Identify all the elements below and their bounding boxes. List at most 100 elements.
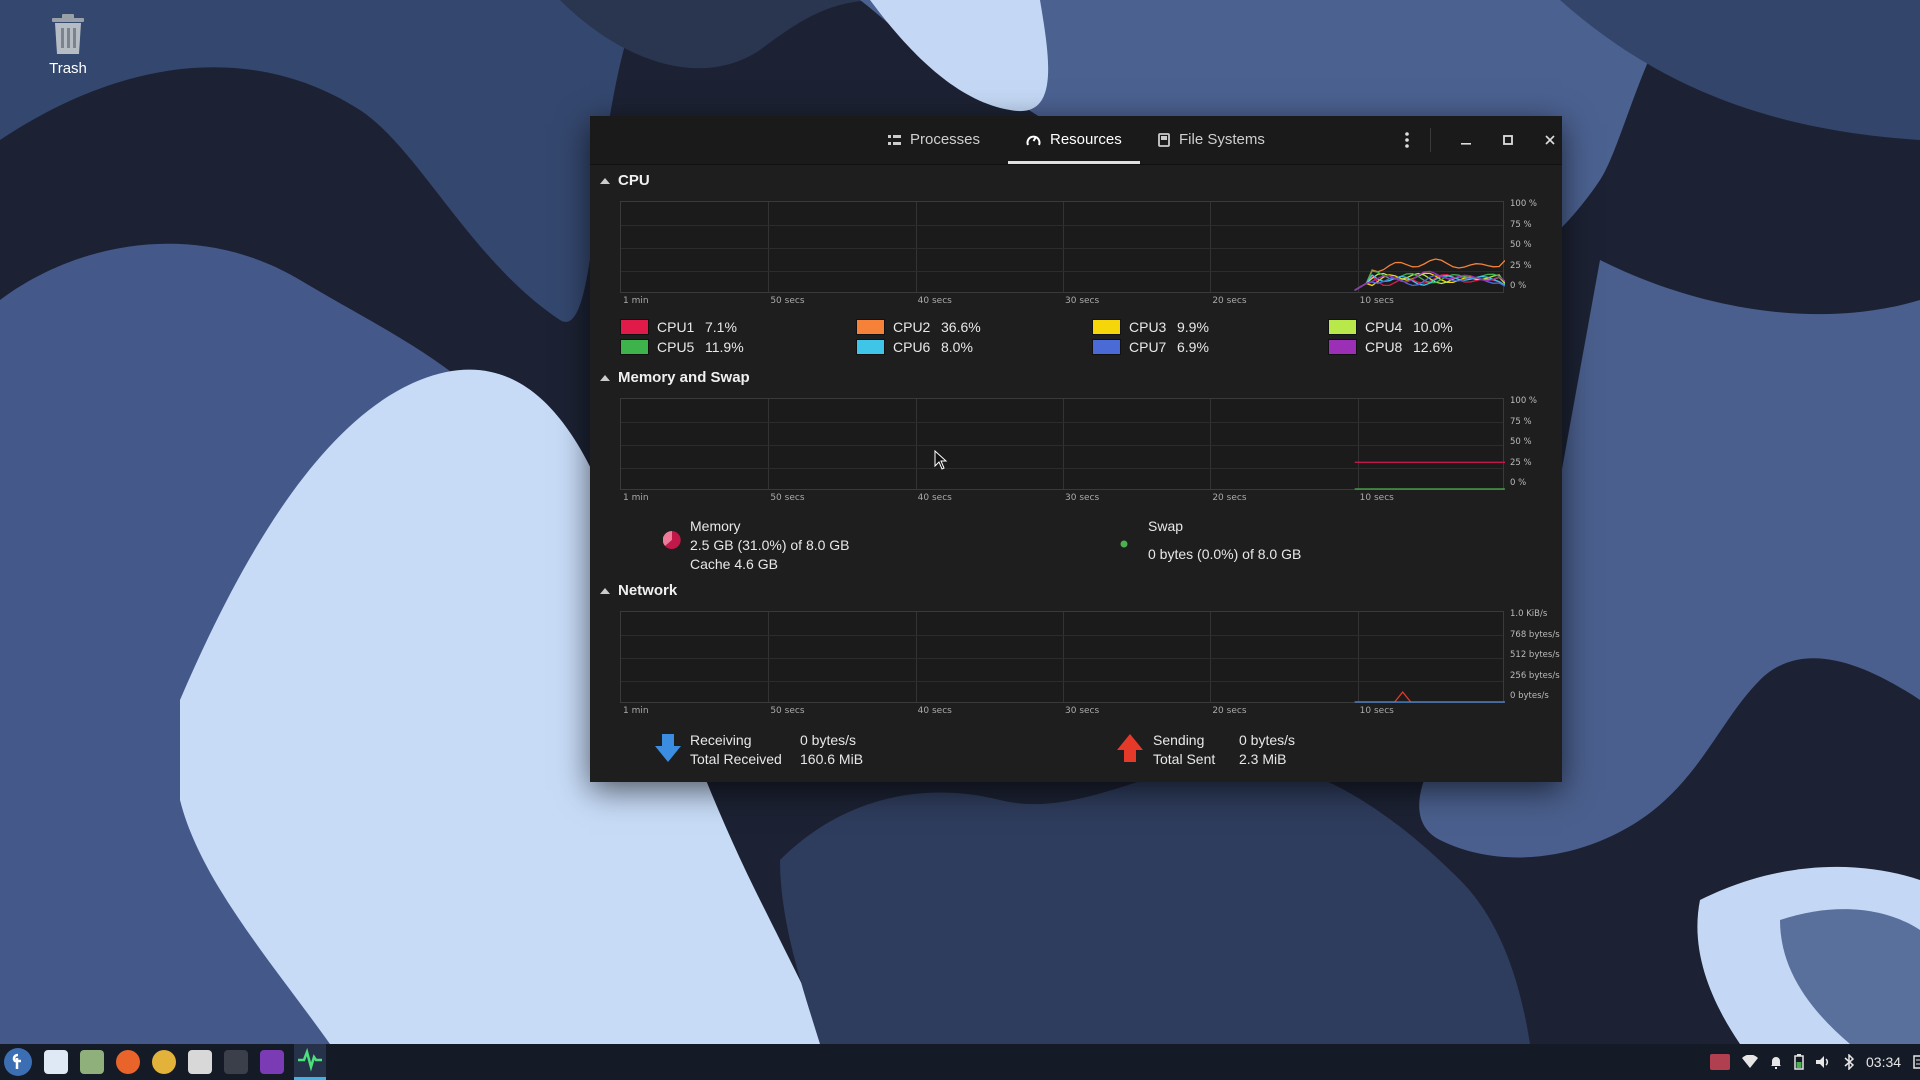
tab-processes[interactable]: Processes: [888, 116, 980, 164]
taskbar-firefox-icon[interactable]: [116, 1050, 140, 1074]
bluetooth-icon[interactable]: [1844, 1054, 1854, 1070]
cpu-name: CPU5: [657, 339, 695, 355]
memory-plot: [1354, 461, 1505, 490]
cpu-value: 11.9%: [705, 339, 744, 355]
sending-label: Sending: [1153, 732, 1205, 748]
x-tick-label: 30 secs: [1065, 493, 1100, 503]
receiving-info: Receiving 0 bytes/s Total Received 160.6 M…: [690, 731, 863, 769]
x-tick-label: 10 secs: [1359, 493, 1394, 503]
taskbar: 03:34: [0, 1044, 1920, 1080]
tab-file-systems-label: File Systems: [1179, 131, 1265, 148]
menu-button[interactable]: [1395, 128, 1419, 152]
fedora-logo-icon: [12, 1053, 21, 1069]
tab-resources-label: Resources: [1050, 131, 1122, 148]
show-desktop-icon[interactable]: [1913, 1055, 1920, 1069]
x-tick-label: 1 min: [623, 296, 649, 306]
cpu-name: CPU4: [1365, 319, 1403, 335]
taskbar-files-icon[interactable]: [80, 1050, 104, 1074]
sending-arrow-icon: [1117, 734, 1143, 762]
network-section-title: Network: [618, 582, 678, 599]
total-sent-label: Total Sent: [1153, 751, 1216, 767]
y-tick-label: 0 %: [1510, 281, 1527, 291]
trash-icon: [52, 14, 84, 54]
y-tick-label: 768 bytes/s: [1510, 629, 1560, 640]
x-tick-label: 30 secs: [1065, 706, 1100, 716]
taskbar-system-monitor-icon[interactable]: [294, 1044, 326, 1080]
wifi-icon[interactable]: [1742, 1055, 1758, 1069]
collapse-triangle-icon: [600, 374, 610, 381]
swap-info: Swap 0 bytes (0.0%) of 8.0 GB: [1148, 517, 1301, 564]
cpu-color-swatch[interactable]: [1092, 339, 1121, 355]
x-tick-label: 10 secs: [1359, 706, 1394, 716]
memory-section-header[interactable]: Memory and Swap: [600, 369, 750, 386]
cache-value: Cache 4.6 GB: [690, 556, 778, 572]
y-tick-label: 512 bytes/s: [1510, 650, 1560, 660]
tray-app-icon[interactable]: [1710, 1054, 1730, 1070]
maximize-button[interactable]: [1496, 128, 1520, 152]
volume-icon[interactable]: [1816, 1055, 1832, 1069]
cpu-plot: [1354, 258, 1505, 291]
y-tick-label: 25 %: [1510, 457, 1532, 468]
cpu-color-swatch[interactable]: [620, 339, 649, 355]
x-tick-label: 40 secs: [917, 296, 952, 306]
cpu-color-swatch[interactable]: [1092, 319, 1121, 335]
memory-info: Memory 2.5 GB (31.0%) of 8.0 GB Cache 4.…: [690, 517, 850, 574]
network-plot: [1354, 690, 1505, 703]
sending-value: 0 bytes/s: [1239, 732, 1296, 748]
tab-file-systems[interactable]: File Systems: [1158, 116, 1265, 164]
y-tick-label: 100 %: [1510, 199, 1538, 209]
cpu-name: CPU6: [893, 339, 931, 355]
network-graph: [620, 611, 1505, 703]
cpu-value: 9.9%: [1177, 319, 1209, 335]
y-tick-label: 50 %: [1510, 437, 1532, 447]
cpu-color-swatch[interactable]: [856, 339, 885, 355]
x-tick-label: 30 secs: [1065, 296, 1100, 306]
maximize-icon: [1503, 135, 1513, 145]
cpu-legend-item: CPU5 11.9%: [620, 339, 765, 355]
taskbar-clock[interactable]: 03:34: [1866, 1054, 1901, 1070]
y-tick-label: 100 %: [1510, 396, 1538, 406]
minimize-button[interactable]: [1454, 128, 1478, 152]
swap-label: Swap: [1148, 518, 1184, 534]
app-menu-button[interactable]: [4, 1048, 32, 1076]
memory-pie-icon: [663, 530, 681, 549]
swap-value: 0 bytes (0.0%) of 8.0 GB: [1148, 546, 1302, 562]
y-tick-label: 256 bytes/s: [1510, 670, 1560, 681]
cpu-value: 12.6%: [1413, 339, 1453, 355]
y-tick-label: 50 %: [1510, 240, 1532, 250]
tab-processes-label: Processes: [910, 131, 981, 148]
notification-bell-icon[interactable]: [1770, 1055, 1782, 1069]
taskbar-screen-icon[interactable]: [260, 1050, 284, 1074]
kebab-menu-icon: [1405, 132, 1409, 148]
cpu-value: 8.0%: [941, 339, 973, 355]
swap-indicator-icon: [1120, 540, 1128, 548]
cpu-graph: [620, 201, 1505, 293]
cpu-color-swatch[interactable]: [620, 319, 649, 335]
taskbar-software-icon[interactable]: [188, 1050, 212, 1074]
cpu-color-swatch[interactable]: [856, 319, 885, 335]
x-tick-label: 20 secs: [1212, 706, 1247, 716]
collapse-triangle-icon: [600, 177, 610, 184]
taskbar-music-icon[interactable]: [152, 1050, 176, 1074]
memory-graph: [620, 398, 1505, 490]
cpu-color-swatch[interactable]: [1328, 319, 1357, 335]
cpu-value: 7.1%: [705, 319, 737, 335]
cpu-section-title: CPU: [618, 172, 650, 189]
trash-desktop-icon[interactable]: Trash: [36, 12, 100, 77]
battery-icon[interactable]: [1794, 1054, 1804, 1070]
y-tick-label: 0 %: [1510, 478, 1527, 488]
taskbar-settings-icon[interactable]: [44, 1050, 68, 1074]
x-tick-label: 1 min: [623, 493, 649, 503]
x-tick-label: 10 secs: [1359, 296, 1394, 306]
close-button[interactable]: [1538, 128, 1562, 152]
header-bar: Processes Resources File Systems: [590, 116, 1562, 165]
taskbar-video-icon[interactable]: [224, 1050, 248, 1074]
tab-resources[interactable]: Resources: [1008, 116, 1140, 164]
cpu-color-swatch[interactable]: [1328, 339, 1357, 355]
cpu-section-header[interactable]: CPU: [600, 172, 650, 189]
network-section-header[interactable]: Network: [600, 582, 677, 599]
y-tick-label: 0 bytes/s: [1510, 691, 1549, 701]
y-tick-label: 25 %: [1510, 260, 1532, 271]
system-monitor-window: Processes Resources File Systems CPU 1 m…: [590, 116, 1562, 782]
cpu-name: CPU3: [1129, 319, 1167, 335]
